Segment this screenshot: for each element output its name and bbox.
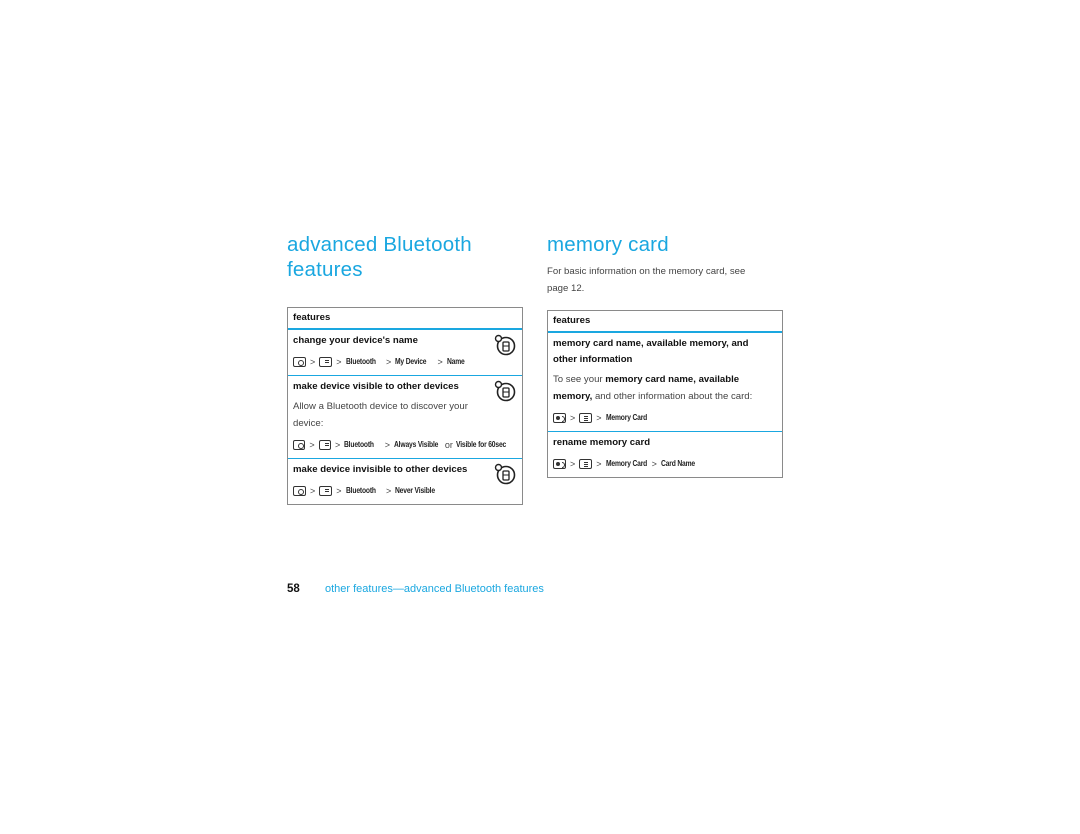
page-footer: 58 other features—advanced Bluetooth fea… [287, 583, 544, 595]
section-title: memory card [547, 233, 669, 256]
nav-key-icon [293, 357, 306, 367]
menu-path: > > Bluetooth > Never Visible [293, 484, 517, 498]
menu-key-icon [319, 357, 333, 367]
media-key-icon [553, 459, 566, 469]
page-number: 58 [287, 583, 300, 595]
separator: > [336, 357, 342, 367]
separator: > [596, 413, 602, 423]
title-line-2: features [287, 258, 363, 281]
list-key-icon [579, 413, 593, 423]
path-item: Bluetooth [345, 486, 376, 495]
path-or: or [444, 440, 453, 450]
path-option: Visible for 60sec [455, 440, 506, 449]
features-table: features memory card name, available mem… [547, 310, 783, 478]
path-item: Name [446, 357, 465, 366]
intro-text: For basic information on the memory card… [547, 266, 746, 294]
separator: > [570, 413, 576, 423]
menu-path: > > Memory Card > Card Name [553, 457, 777, 471]
separator: > [309, 440, 315, 450]
table-header: features [288, 308, 522, 330]
memory-card-section: memory card For basic information on the… [547, 232, 783, 478]
separator: > [310, 486, 316, 496]
path-item: Memory Card [605, 413, 647, 422]
network-feature-icon [494, 463, 516, 485]
table-row: memory card name, available memory, and … [548, 333, 782, 431]
separator: > [385, 357, 392, 367]
separator: > [335, 440, 341, 450]
row-description: Allow a Bluetooth device to discover you… [293, 401, 468, 429]
separator: > [437, 357, 443, 367]
path-item: Memory Card [605, 459, 647, 468]
path-item: Card Name [660, 459, 695, 468]
table-header: features [548, 311, 782, 333]
table-row: change your device's name > > Bluetooth … [288, 330, 522, 375]
menu-path: > > Bluetooth > Always Visible or Visibl… [293, 438, 517, 452]
separator: > [385, 486, 392, 496]
menu-path: > > Memory Card [553, 411, 777, 425]
desc-suffix: and other information about the card: [592, 390, 753, 402]
section-title: advanced Bluetooth features [287, 232, 523, 282]
separator: > [596, 459, 602, 469]
menu-key-icon [318, 440, 332, 450]
row-title: make device invisible to other devices [293, 464, 468, 475]
path-option: Always Visible [393, 440, 439, 449]
title-line-1: advanced Bluetooth [287, 233, 472, 256]
nav-key-icon [293, 440, 306, 450]
bluetooth-section: advanced Bluetooth features features cha… [287, 232, 523, 505]
path-item: My Device [395, 357, 427, 366]
separator: > [651, 459, 657, 469]
menu-key-icon [319, 486, 333, 496]
table-row: rename memory card > > Memory Card > Car… [548, 431, 782, 477]
nav-key-icon [293, 486, 306, 496]
separator: > [336, 486, 342, 496]
path-item: Bluetooth [344, 440, 375, 449]
section-breadcrumb: other features—advanced Bluetooth featur… [325, 583, 544, 595]
table-row: make device visible to other devices All… [288, 375, 522, 458]
network-feature-icon [494, 334, 516, 356]
path-item: Bluetooth [345, 357, 376, 366]
row-title: rename memory card [553, 437, 651, 448]
table-row: make device invisible to other devices >… [288, 458, 522, 504]
row-title: memory card name, available memory, and … [553, 338, 749, 365]
separator: > [570, 459, 576, 469]
row-title: make device visible to other devices [293, 381, 459, 392]
separator: > [310, 357, 316, 367]
network-feature-icon [494, 380, 516, 402]
path-item: Never Visible [395, 486, 436, 495]
list-key-icon [579, 459, 593, 469]
desc-prefix: To see your [553, 374, 606, 385]
row-description: To see your memory card name, available … [553, 372, 777, 405]
menu-path: > > Bluetooth > My Device > Name [293, 355, 517, 369]
media-key-icon [553, 413, 566, 423]
row-title: change your device's name [293, 335, 418, 346]
separator: > [384, 440, 390, 450]
features-table: features change your device's name > > B… [287, 307, 523, 505]
